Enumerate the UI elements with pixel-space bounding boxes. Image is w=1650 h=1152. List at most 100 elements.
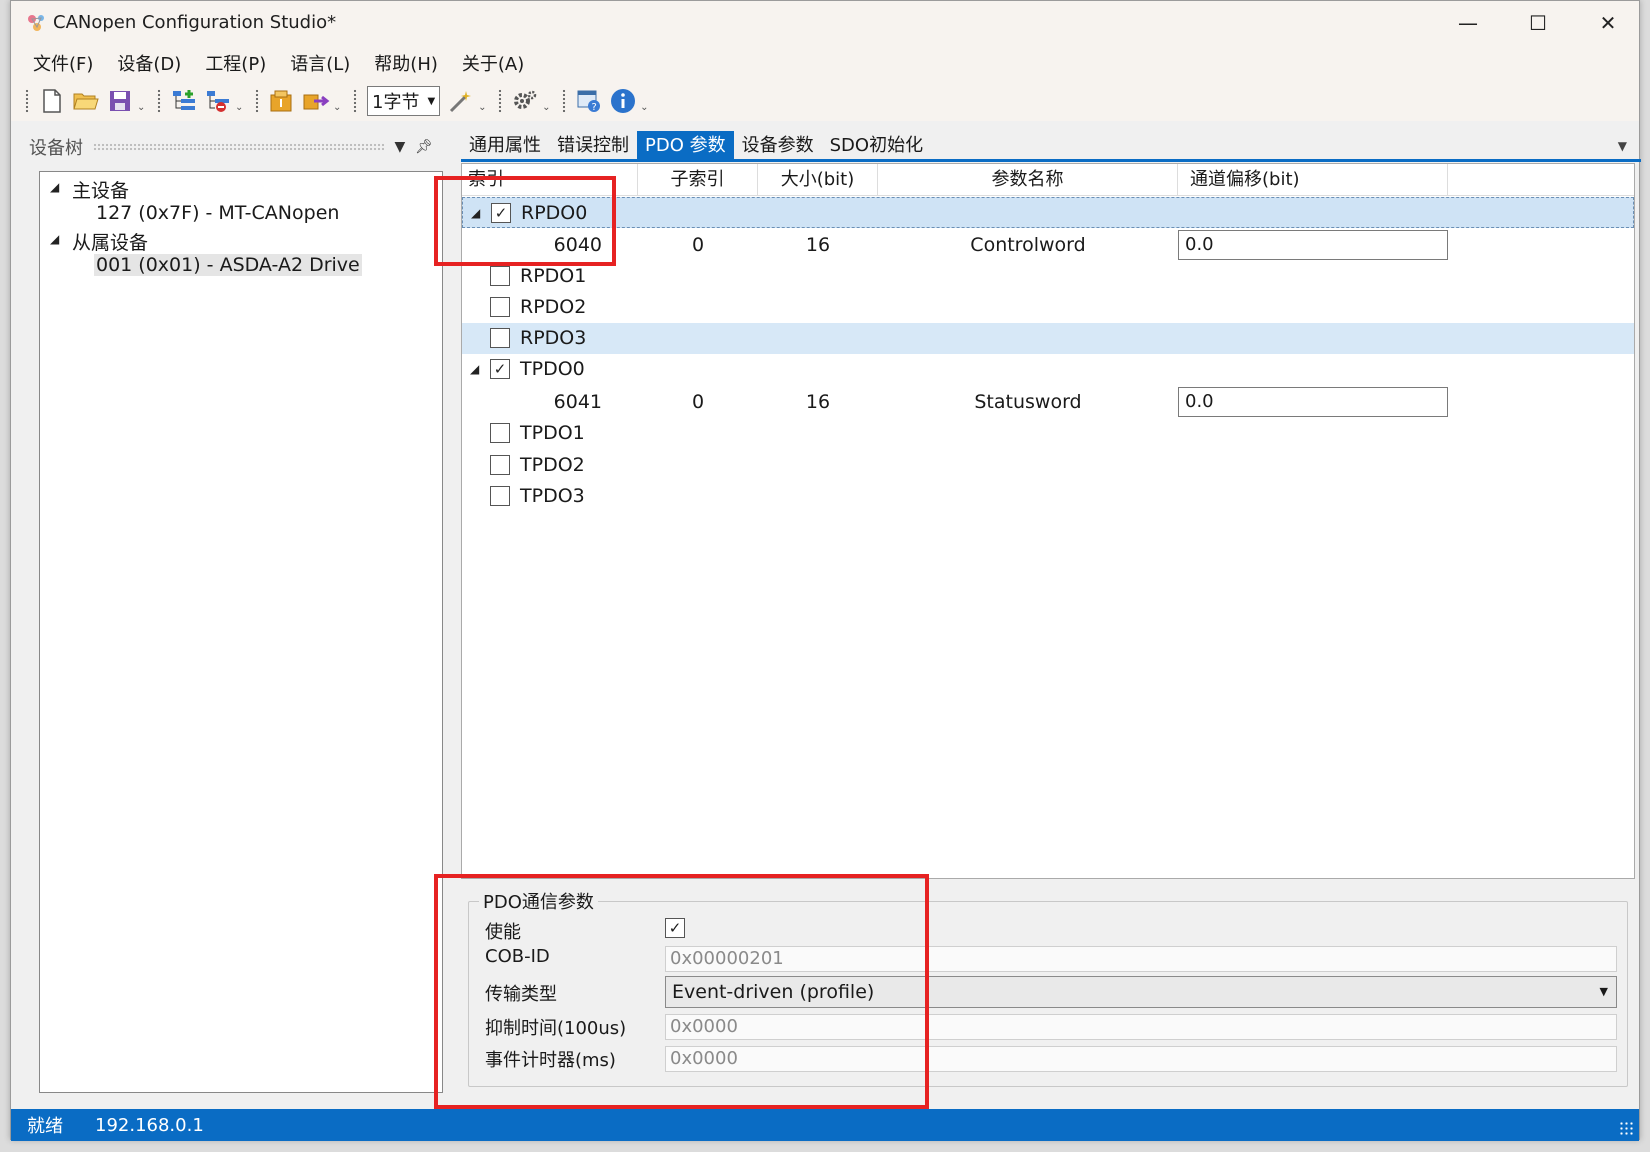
rpdo2-checkbox[interactable] — [490, 297, 510, 317]
maximize-button[interactable]: ☐ — [1503, 1, 1573, 45]
collapse-icon[interactable]: ◢ — [50, 232, 59, 246]
byte-size-value: 1字节 — [372, 92, 420, 113]
column-header-size[interactable]: 大小(bit) — [758, 164, 878, 196]
pdo-row-rpdo3[interactable]: RPDO3 — [462, 323, 1634, 354]
collapse-icon[interactable]: ◢ — [50, 180, 59, 194]
toolbar-grip[interactable] — [25, 89, 29, 113]
tab-underline — [461, 159, 1641, 162]
menu-file[interactable]: 文件(F) — [21, 50, 105, 76]
pdo-row-tpdo2[interactable]: TPDO2 — [462, 450, 1634, 481]
tree-master-group[interactable]: 主设备 — [72, 176, 129, 203]
toolbar: ⌄ ⌄ ⌄ 1字节 ▼ ⌄ ⌄ ? ⌄ — [11, 81, 1639, 121]
menu-help[interactable]: 帮助(H) — [362, 50, 450, 76]
grid-header: 索引 子索引 大小(bit) 参数名称 通道偏移(bit) — [462, 164, 1634, 196]
device-dropdown-icon[interactable]: ⌄ — [235, 102, 245, 113]
settings-dropdown-icon[interactable]: ⌄ — [542, 102, 552, 113]
settings-gear-icon[interactable] — [511, 87, 539, 115]
panel-menu-icon[interactable]: ▼ — [394, 139, 405, 155]
pdo-grid: 索引 子索引 大小(bit) 参数名称 通道偏移(bit) ◢ ✓ RPDO0 … — [461, 163, 1635, 879]
pdo-name: TPDO0 — [520, 358, 585, 380]
device-tree-panel: 设备树 ▼ 📌︎ ◢ 主设备 127 (0x7F) - MT-CANopen ◢… — [21, 131, 443, 1093]
toolbar-grip[interactable] — [255, 89, 259, 113]
tab-sdo-init[interactable]: SDO初始化 — [822, 131, 931, 161]
title-bar: CANopen Configuration Studio* — ☐ ✕ — [11, 1, 1639, 45]
pdo-name: RPDO2 — [520, 296, 587, 318]
open-folder-icon[interactable] — [72, 87, 100, 115]
entry-offset-input[interactable]: 0.0 — [1178, 230, 1448, 260]
pdo-name: TPDO3 — [520, 485, 585, 507]
menu-language[interactable]: 语言(L) — [278, 50, 362, 76]
tree-slave-device[interactable]: 001 (0x01) - ASDA-A2 Drive — [94, 254, 362, 276]
entry-size: 16 — [805, 391, 831, 413]
device-tree-title: 设备树 — [29, 138, 83, 159]
save-icon[interactable] — [106, 87, 134, 115]
new-file-icon[interactable] — [38, 87, 66, 115]
pdo-row-tpdo1[interactable]: TPDO1 — [462, 418, 1634, 449]
svg-text:?: ? — [592, 102, 597, 113]
tpdo0-checkbox[interactable]: ✓ — [490, 359, 510, 379]
pdo-entry-row[interactable]: 6041 0 16 Statusword 0.0 — [462, 387, 1634, 418]
pdo-row-tpdo0[interactable]: ◢ ✓ TPDO0 — [462, 354, 1634, 385]
rpdo1-checkbox[interactable] — [490, 266, 510, 286]
pdo-row-rpdo1[interactable]: RPDO1 — [462, 261, 1634, 292]
window-title: CANopen Configuration Studio* — [53, 12, 337, 33]
minimize-icon: — — [1458, 11, 1478, 35]
toolbar-grip[interactable] — [353, 89, 357, 113]
import-icon[interactable] — [268, 87, 296, 115]
entry-size: 16 — [805, 234, 831, 256]
toolbar-grip[interactable] — [562, 89, 567, 113]
wizard-dropdown-icon[interactable]: ⌄ — [478, 102, 488, 113]
toolbar-grip[interactable] — [157, 89, 161, 113]
file-dropdown-icon[interactable]: ⌄ — [333, 102, 343, 113]
pdo-name: TPDO1 — [520, 422, 585, 444]
pdo-row-tpdo3[interactable]: TPDO3 — [462, 481, 1634, 512]
tab-general[interactable]: 通用属性 — [461, 131, 549, 161]
tab-error-control[interactable]: 错误控制 — [549, 131, 637, 161]
save-dropdown-icon[interactable]: ⌄ — [137, 102, 147, 113]
add-device-icon[interactable] — [170, 87, 198, 115]
tab-overflow-icon[interactable]: ▼ — [1618, 139, 1627, 153]
column-header-offset[interactable]: 通道偏移(bit) — [1178, 164, 1448, 196]
pdo-row-rpdo2[interactable]: RPDO2 — [462, 292, 1634, 323]
entry-param-name: Statusword — [974, 391, 1082, 413]
help-dropdown-icon[interactable]: ⌄ — [640, 102, 650, 113]
tpdo3-checkbox[interactable] — [490, 486, 510, 506]
byte-size-select[interactable]: 1字节 ▼ — [367, 86, 441, 116]
minimize-button[interactable]: — — [1433, 1, 1503, 45]
rpdo3-checkbox[interactable] — [490, 328, 510, 348]
panel-grip[interactable] — [93, 143, 385, 151]
app-window: CANopen Configuration Studio* — ☐ ✕ 文件(F… — [10, 0, 1641, 1141]
pin-icon[interactable]: 📌︎ — [415, 139, 433, 155]
chevron-down-icon: ▼ — [427, 95, 436, 107]
menu-device[interactable]: 设备(D) — [105, 50, 193, 76]
menu-project[interactable]: 工程(P) — [193, 50, 278, 76]
pdo-entry-row[interactable]: 6040 0 16 Controlword 0.0 — [462, 230, 1634, 261]
pdo-row-rpdo0[interactable]: ◢ ✓ RPDO0 — [462, 197, 1634, 228]
toolbar-grip[interactable] — [498, 89, 503, 113]
close-button[interactable]: ✕ — [1573, 1, 1643, 45]
status-state: 就绪 — [27, 1116, 63, 1137]
menu-about[interactable]: 关于(A) — [450, 50, 536, 76]
entry-offset-input[interactable]: 0.0 — [1178, 387, 1448, 417]
status-bar: 就绪 192.168.0.1 — [11, 1109, 1639, 1141]
tree-slave-group[interactable]: 从属设备 — [72, 228, 148, 255]
column-header-param-name[interactable]: 参数名称 — [878, 164, 1178, 196]
entry-index: 6041 — [553, 391, 602, 413]
tpdo2-checkbox[interactable] — [490, 455, 510, 475]
device-tree-header: 设备树 ▼ 📌︎ — [21, 131, 443, 163]
tpdo1-checkbox[interactable] — [490, 423, 510, 443]
tab-pdo-params[interactable]: PDO 参数 — [637, 131, 734, 161]
info-icon[interactable] — [609, 87, 637, 115]
collapse-icon[interactable]: ◢ — [470, 362, 479, 376]
status-ip: 192.168.0.1 — [95, 1114, 204, 1136]
help-window-icon[interactable]: ? — [575, 87, 603, 115]
column-header-subindex[interactable]: 子索引 — [638, 164, 758, 196]
tab-device-params[interactable]: 设备参数 — [734, 131, 822, 161]
wizard-wand-icon[interactable] — [447, 87, 475, 115]
tree-master-device[interactable]: 127 (0x7F) - MT-CANopen — [96, 202, 339, 224]
remove-device-icon[interactable] — [204, 87, 232, 115]
resize-grip-icon[interactable] — [1619, 1121, 1635, 1137]
close-icon: ✕ — [1599, 11, 1617, 35]
export-icon[interactable] — [302, 87, 330, 115]
menu-bar: 文件(F) 设备(D) 工程(P) 语言(L) 帮助(H) 关于(A) — [11, 45, 1639, 81]
